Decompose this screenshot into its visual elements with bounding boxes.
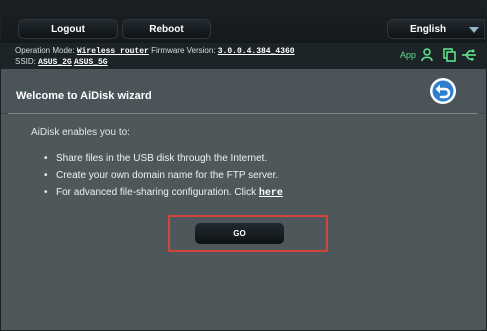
list-item: Create your own domain name for the FTP … [44,167,283,184]
list-item: For advanced file-sharing configuration.… [44,184,283,201]
firmware-link[interactable]: 3.0.0.4.384_4360 [218,47,295,56]
top-bar: Logout Reboot English [1,1,486,43]
language-label: English [410,24,447,35]
ssid-label: SSID: [15,57,36,66]
ssid-row: SSID: ASUS_2G ASUS_5G [15,56,108,68]
ssid-5g-link[interactable]: ASUS_5G [74,58,108,67]
chevron-down-icon [469,27,479,33]
copy-icon[interactable] [443,48,456,62]
usb-icon[interactable] [461,48,477,62]
here-link[interactable]: here [259,188,283,199]
firmware-label: Firmware Version: [151,46,216,55]
intro-text: AiDisk enables you to: [31,127,130,138]
back-arrow-icon[interactable] [429,77,457,105]
logout-button[interactable]: Logout [18,19,118,39]
feature-list: Share files in the USB disk through the … [44,150,283,201]
list-item-text: Create your own domain name for the FTP … [56,170,279,181]
page-title: Welcome to AiDisk wizard [16,90,152,102]
operation-mode-label: Operation Mode: [15,46,75,55]
app-label[interactable]: App [400,50,416,61]
ssid-2g-link[interactable]: ASUS_2G [38,58,72,67]
language-select[interactable]: English [387,19,485,39]
operation-mode-link[interactable]: Wireless router [77,47,149,56]
status-bar: Operation Mode: Wireless router Firmware… [1,43,486,69]
list-item-text: Share files in the USB disk through the … [56,153,268,164]
go-button[interactable]: GO [195,223,284,244]
user-icon[interactable] [421,48,434,62]
wizard-header: Welcome to AiDisk wizard [1,69,486,113]
list-item: Share files in the USB disk through the … [44,150,283,167]
reboot-button[interactable]: Reboot [122,19,211,39]
list-item-text: For advanced file-sharing configuration.… [56,187,257,198]
